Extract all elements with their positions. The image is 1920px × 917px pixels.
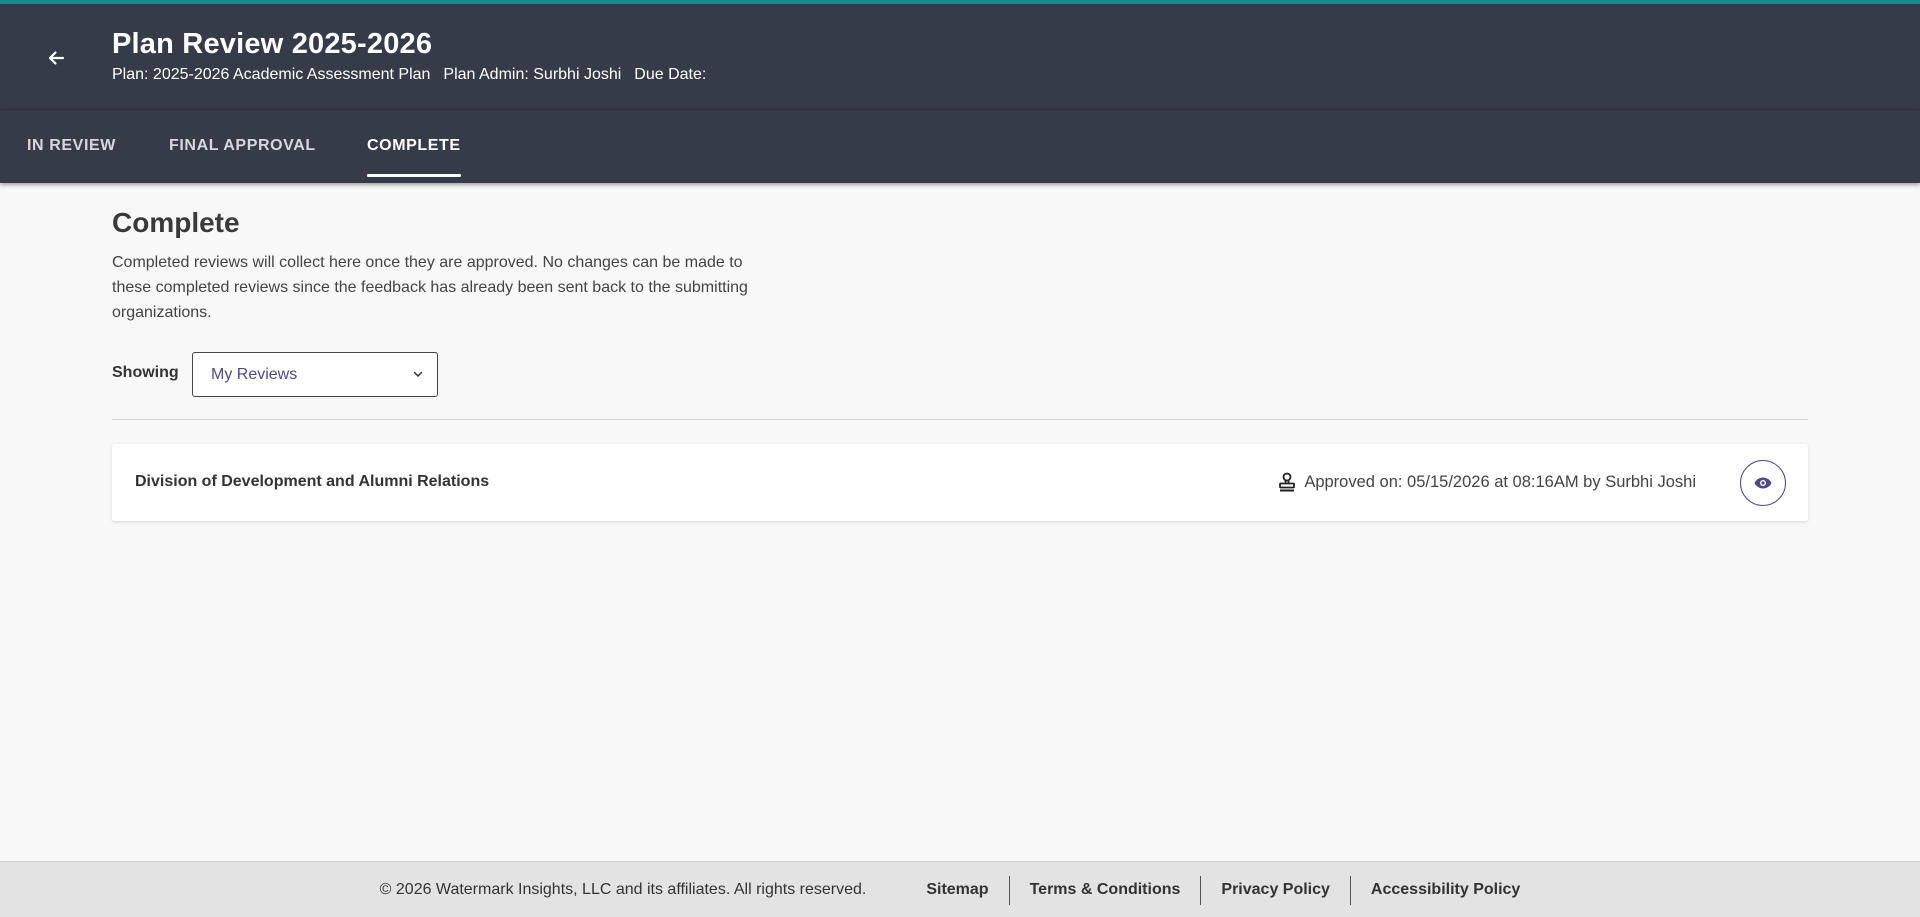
copyright-text: © 2026 Watermark Insights, LLC and its a… — [379, 881, 867, 898]
tab-in-review[interactable]: IN REVIEW — [27, 137, 116, 177]
plan-name: Plan: 2025-2026 Academic Assessment Plan — [112, 66, 431, 83]
footer-link-privacy[interactable]: Privacy Policy — [1201, 881, 1350, 899]
tab-bar: IN REVIEW FINAL APPROVAL COMPLETE — [0, 109, 1920, 183]
divider — [112, 419, 1808, 420]
tab-complete[interactable]: COMPLETE — [367, 137, 461, 177]
eye-icon — [1754, 477, 1772, 489]
view-review-button[interactable] — [1740, 460, 1786, 506]
section-title: Complete — [112, 207, 240, 238]
plan-meta: Plan: 2025-2026 Academic Assessment Plan… — [112, 66, 706, 84]
footer-link-terms[interactable]: Terms & Conditions — [1010, 881, 1201, 899]
organization-name: Division of Development and Alumni Relat… — [135, 473, 490, 490]
select-value: My Reviews — [211, 366, 298, 383]
page-title: Plan Review 2025-2026 — [112, 28, 433, 60]
approved-text: Approved on: 05/15/2026 at 08:16AM by Su… — [1304, 472, 1696, 491]
page-footer: © 2026 Watermark Insights, LLC and its a… — [0, 861, 1920, 917]
plan-admin: Plan Admin: Surbhi Joshi — [443, 66, 622, 83]
stamp-icon — [1279, 472, 1296, 492]
filter-label: Showing — [112, 364, 179, 381]
approval-status: Approved on: 05/15/2026 at 08:16AM by Su… — [1279, 472, 1696, 492]
arrow-left-icon — [48, 51, 65, 65]
due-date: Due Date: — [634, 66, 707, 83]
back-button[interactable] — [40, 42, 72, 74]
section-description: Completed reviews will collect here once… — [112, 254, 748, 321]
footer-link-accessibility[interactable]: Accessibility Policy — [1351, 881, 1540, 899]
page-header: Plan Review 2025-2026 Plan: 2025-2026 Ac… — [0, 4, 1920, 109]
chevron-down-icon — [413, 371, 423, 377]
review-row: Division of Development and Alumni Relat… — [112, 444, 1808, 521]
footer-link-sitemap[interactable]: Sitemap — [906, 881, 1008, 899]
reviews-filter-select[interactable]: My Reviews — [192, 352, 438, 397]
tab-final-approval[interactable]: FINAL APPROVAL — [169, 137, 316, 177]
